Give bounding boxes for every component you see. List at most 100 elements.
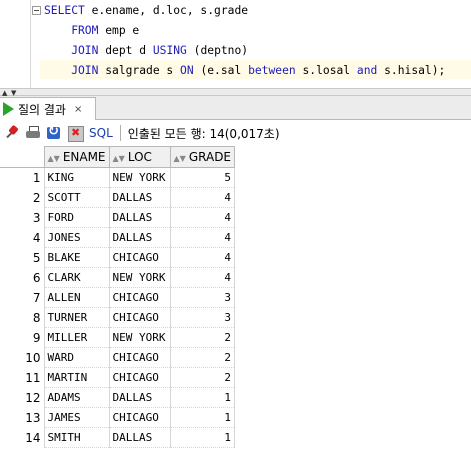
table-row[interactable]: 6 CLARK NEW YORK 4 [0,267,236,288]
pane-splitter[interactable]: ▲ ▼ [0,88,471,97]
code-line[interactable]: JOIN salgrade s ON (e.sal between s.losa… [44,61,445,81]
table-row[interactable]: 14 SMITH DALLAS 1 [0,427,236,448]
row-number: 13 [25,410,41,425]
cell-loc[interactable]: CHICAGO [108,247,171,268]
cell-ename[interactable]: ALLEN [43,287,110,308]
cell-grade[interactable]: 4 [169,207,236,228]
table-row[interactable]: 2 SCOTT DALLAS 4 [0,187,236,208]
cell-loc[interactable]: DALLAS [108,227,171,248]
tab-query-result[interactable]: 질의 결과 × [0,97,96,120]
cancel-fetch-icon[interactable] [67,125,84,142]
cell-grade[interactable]: 4 [169,267,236,288]
grid-header-row: ▲▼ ENAME ▲▼ LOC ▲▼ GRADE [0,146,236,168]
sql-text: e.ename, d.loc, s.grade [84,4,249,17]
toolbar-separator [119,125,121,141]
cell-loc[interactable]: DALLAS [108,427,171,448]
cell-grade[interactable]: 2 [169,347,236,368]
cell-grade[interactable]: 2 [169,327,236,348]
code-line[interactable]: SELECT e.ename, d.loc, s.grade [44,1,248,21]
cell-grade[interactable]: 1 [169,407,236,428]
table-row[interactable]: 12 ADAMS DALLAS 1 [0,387,236,408]
sql-text: (deptno) [186,44,249,57]
fetch-status-text: 인출된 모든 행: 14(0,017초) [127,126,280,141]
cell-ename[interactable]: FORD [43,207,110,228]
row-number: 3 [32,210,41,225]
editor-gutter [30,0,31,88]
tab-label: 질의 결과 [18,102,66,117]
row-number: 4 [32,230,41,245]
print-icon[interactable] [25,125,41,141]
cell-ename[interactable]: BLAKE [43,247,110,268]
table-row[interactable]: 5 BLAKE CHICAGO 4 [0,247,236,268]
code-line[interactable]: JOIN dept d USING (deptno) [44,41,248,61]
sql-text: s.losal [295,64,357,77]
table-row[interactable]: 4 JONES DALLAS 4 [0,227,236,248]
table-row[interactable]: 1 KING NEW YORK 5 [0,167,236,188]
cell-loc[interactable]: CHICAGO [108,367,171,388]
column-header-grade[interactable]: ▲▼ GRADE [169,146,236,168]
row-number: 5 [32,250,41,265]
cell-grade[interactable]: 3 [169,287,236,308]
sql-keyword: between [248,64,296,77]
sql-keyword: FROM [44,24,99,37]
cell-loc[interactable]: CHICAGO [108,347,171,368]
cell-ename[interactable]: SMITH [43,427,110,448]
sql-text: salgrade s [98,64,181,77]
tab-close-icon[interactable]: × [74,104,82,115]
cell-grade[interactable]: 1 [169,387,236,408]
sql-text: s.hisal); [377,64,446,77]
code-line[interactable]: FROM emp e [44,21,139,41]
cell-grade[interactable]: 4 [169,187,236,208]
table-row[interactable]: 7 ALLEN CHICAGO 3 [0,287,236,308]
table-row[interactable]: 8 TURNER CHICAGO 3 [0,307,236,328]
cell-ename[interactable]: KING [43,167,110,188]
cell-grade[interactable]: 4 [169,247,236,268]
cell-ename[interactable]: CLARK [43,267,110,288]
cell-ename[interactable]: ADAMS [43,387,110,408]
cell-loc[interactable]: DALLAS [108,207,171,228]
pin-icon[interactable] [4,125,20,141]
column-header-label: GRADE [188,150,232,164]
cell-loc[interactable]: DALLAS [108,187,171,208]
cell-ename[interactable]: TURNER [43,307,110,328]
table-row[interactable]: 10 WARD CHICAGO 2 [0,347,236,368]
row-number-header [0,146,44,168]
cell-grade[interactable]: 5 [169,167,236,188]
row-number: 12 [25,390,41,405]
sql-editor[interactable]: SELECT e.ename, d.loc, s.grade FROM emp … [0,0,471,88]
sql-keyword: SELECT [44,4,85,17]
cell-ename[interactable]: MARTIN [43,367,110,388]
cell-ename[interactable]: MILLER [43,327,110,348]
cell-loc[interactable]: NEW YORK [108,167,171,188]
fold-collapse-icon[interactable] [32,6,41,15]
column-header-loc[interactable]: ▲▼ LOC [108,146,171,168]
cell-ename[interactable]: JAMES [43,407,110,428]
cell-loc[interactable]: NEW YORK [108,327,171,348]
cell-loc[interactable]: CHICAGO [108,307,171,328]
sql-keyword: USING [152,44,187,57]
cell-grade[interactable]: 2 [169,367,236,388]
refresh-icon[interactable] [46,124,62,141]
sql-keyword: JOIN [44,64,99,77]
cell-ename[interactable]: SCOTT [43,187,110,208]
column-header-ename[interactable]: ▲▼ ENAME [43,146,110,168]
cell-grade[interactable]: 3 [169,307,236,328]
cell-loc[interactable]: NEW YORK [108,267,171,288]
table-row[interactable]: 11 MARTIN CHICAGO 2 [0,367,236,388]
cell-loc[interactable]: DALLAS [108,387,171,408]
cell-grade[interactable]: 1 [169,427,236,448]
row-number: 14 [25,430,41,445]
cell-loc[interactable]: CHICAGO [108,287,171,308]
cell-ename[interactable]: WARD [43,347,110,368]
sql-button[interactable]: SQL [89,126,113,140]
cell-ename[interactable]: JONES [43,227,110,248]
column-header-label: LOC [127,150,152,164]
cell-grade[interactable]: 4 [169,227,236,248]
sort-icon: ▲▼ [112,154,125,163]
results-grid[interactable]: ▲▼ ENAME ▲▼ LOC ▲▼ GRADE 1 KING NEW YORK 5 2 SCO… [0,146,236,448]
table-row[interactable]: 3 FORD DALLAS 4 [0,207,236,228]
table-row[interactable]: 13 JAMES CHICAGO 1 [0,407,236,428]
cell-loc[interactable]: CHICAGO [108,407,171,428]
table-row[interactable]: 9 MILLER NEW YORK 2 [0,327,236,348]
row-number: 11 [25,370,41,385]
